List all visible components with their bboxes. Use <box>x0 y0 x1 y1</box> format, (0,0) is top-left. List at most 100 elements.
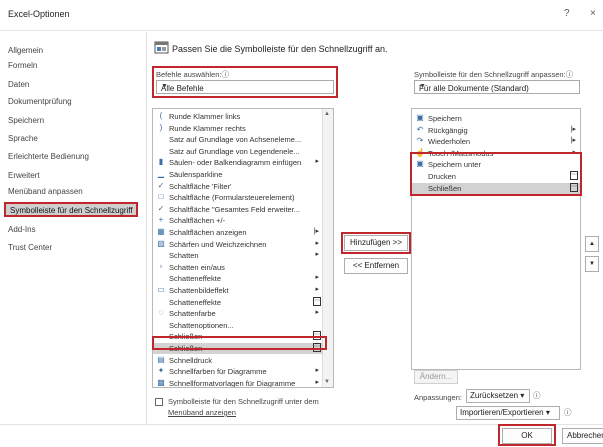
command-icon: ) <box>159 122 163 132</box>
modify-button[interactable]: Ändern... <box>414 370 458 384</box>
list-item-label: Schaltflächen +/- <box>169 216 226 226</box>
nav-item[interactable]: Erleichterte Bedienung <box>8 152 89 161</box>
help-button[interactable]: ? <box>564 8 570 19</box>
list-item-label: Säulensparkline <box>169 170 223 179</box>
command-icon: ✓ <box>157 180 165 190</box>
list-item[interactable]: ▮ Säulen- oder Balkendiagramm einfügen ▸ <box>153 157 323 168</box>
nav-item[interactable]: Allgemein <box>8 46 43 55</box>
nav-item-selected[interactable]: Symbolleiste für den Schnellzugriff <box>4 202 138 217</box>
list-item-label: Schnelldruck <box>169 355 212 365</box>
list-item[interactable]: + Schaltflächen +/- <box>153 215 323 226</box>
submenu-arrow-icon: ▸ <box>315 378 319 386</box>
nav-item[interactable]: Daten <box>8 80 29 89</box>
submenu-arrow-icon: ▸ <box>315 286 319 293</box>
nav-item[interactable]: Formeln <box>8 61 37 70</box>
command-icon: ↷ <box>416 136 424 146</box>
command-icon: ✦ <box>157 366 165 376</box>
import-export-button[interactable]: Importieren/Exportieren ▾ <box>456 406 560 420</box>
scroll-up-icon[interactable]: ▲ <box>324 111 330 117</box>
list-item-label: Runde Klammer rechts <box>169 123 246 133</box>
list-item-label: Schärfen und Weichzeichnen <box>169 239 267 249</box>
command-icon: ▩ <box>157 377 165 387</box>
added-commands-highlight <box>410 152 582 196</box>
show-below-ribbon-label-1: Symbolleiste für den Schnellzugriff unte… <box>168 397 319 406</box>
add-button[interactable]: Hinzufügen >> <box>344 235 408 251</box>
list-item-label: Schatteneffekte <box>169 274 221 284</box>
list-item[interactable]: Satz auf Grundlage von Achseneleme... <box>153 134 323 145</box>
command-icon: ✓ <box>157 203 165 213</box>
qat-list[interactable]: ▣ Speichern ↶ Rückgängig |▸ ↷ Wiederholen |▸ ☝ To… <box>411 108 581 370</box>
customizations-label: Anpassungen: <box>414 393 462 402</box>
scroll-down-icon[interactable]: ▼ <box>324 379 330 385</box>
nav-item[interactable]: Menüband anpassen <box>8 187 83 196</box>
list-item[interactable]: Schattenoptionen... <box>153 320 323 331</box>
list-item[interactable]: Schatteneffekte ▸ <box>153 273 323 284</box>
ok-button[interactable]: OK <box>502 428 552 444</box>
list-item[interactable]: ▭ Schattenbildeffekt ▸ <box>153 285 323 296</box>
show-below-ribbon-label-2: Menüband anzeigen <box>168 408 236 417</box>
submenu-arrow-icon: ▸ <box>315 158 319 166</box>
remove-button[interactable]: << Entfernen <box>344 258 408 274</box>
list-item[interactable]: ▫ Schatten ein/aus <box>153 262 323 273</box>
list-item[interactable]: □ Schaltfläche (Formularsteuerelement) <box>153 192 323 203</box>
list-item[interactable]: ↶ Rückgängig |▸ <box>412 125 580 136</box>
command-icon <box>156 134 166 144</box>
list-item[interactable]: ) Runde Klammer rechts <box>153 123 323 134</box>
command-icon: ◌ <box>158 308 164 318</box>
cancel-button[interactable]: Abbrechen <box>562 428 603 444</box>
submenu-arrow-icon: ▸ <box>315 367 319 375</box>
submenu-arrow-icon: |▸ <box>313 228 319 235</box>
list-item[interactable]: ▤ Schnelldruck <box>153 355 323 366</box>
list-item[interactable]: ▩ Schnellformatvorlagen für Diagramme ▸ <box>153 377 323 387</box>
list-item[interactable]: ▣ Speichern <box>412 113 580 124</box>
list-item-label: Schattenfarbe <box>169 309 216 319</box>
list-item-label: Satz auf Grundlage von Achseneleme... <box>169 135 302 145</box>
customize-qat-select[interactable]: Für alle Dokumente (Standard) ▼ <box>414 80 580 94</box>
command-icon: ▣ <box>416 113 424 122</box>
choose-commands-label: Befehle auswählen:ⓘ <box>156 70 229 79</box>
close-button[interactable]: × <box>590 8 596 19</box>
list-item[interactable]: (Runde Klammer links <box>153 111 323 122</box>
list-item-label: Schatten ein/aus <box>169 262 225 272</box>
command-icon: ▤ <box>157 354 165 364</box>
list-item[interactable]: ✦ Schnellfarben für Diagramme ▸ <box>153 366 323 377</box>
list-item[interactable]: Satz auf Grundlage von Legendenele... <box>153 146 323 157</box>
command-icon <box>156 297 166 307</box>
submenu-arrow-icon: ▸ <box>315 239 319 247</box>
list-item[interactable]: ▦ Schaltflächen anzeigen |▸ <box>153 227 323 238</box>
list-item-label: Schaltfläche (Formularsteuerelement) <box>169 193 295 203</box>
list-item[interactable]: ↷ Wiederholen |▸ <box>412 136 580 147</box>
nav-item[interactable]: Trust Center <box>8 243 52 252</box>
list-item-label: Rückgängig <box>428 125 468 135</box>
list-item[interactable]: ▁ Säulensparkline <box>153 169 323 180</box>
submenu-arrow-icon: ▸ <box>315 309 319 317</box>
submenu-arrow-icon: |▸ <box>570 125 576 133</box>
nav-item[interactable]: Speichern <box>8 116 44 125</box>
nav-item[interactable]: Dokumentprüfung <box>8 97 72 106</box>
nav-item[interactable]: Add-Ins <box>8 225 36 234</box>
list-item-label: Schaltflächen anzeigen <box>169 228 247 237</box>
customize-qat-label: Symbolleiste für den Schnellzugriff anpa… <box>414 70 574 79</box>
list-item[interactable]: ◌ Schattenfarbe ▸ <box>153 308 323 319</box>
import-export-info-icon: ⓘ <box>564 408 572 417</box>
command-icon <box>156 250 166 260</box>
submenu-arrow-icon: ▸ <box>315 274 319 282</box>
list-item[interactable]: Schatten ▸ <box>153 250 323 261</box>
list-item-label: Runde Klammer links <box>169 112 241 121</box>
reset-info-icon: ⓘ <box>533 391 541 400</box>
list-item[interactable]: ✓ Schaltfläche 'Filter' <box>153 181 323 192</box>
nav-item[interactable]: Sprache <box>8 134 38 143</box>
nav-item[interactable]: Erweitert <box>8 171 40 180</box>
command-icon: ▮ <box>158 157 164 167</box>
move-up-button[interactable]: ▲ <box>585 236 599 252</box>
nav-item-label: Symbolleiste für den Schnellzugriff <box>10 206 133 215</box>
list-item[interactable]: ▨ Schärfen und Weichzeichnen ▸ <box>153 239 323 250</box>
list-item[interactable]: Schatteneffekte ⋯ <box>153 296 323 308</box>
quick-access-toolbar-icon <box>154 41 169 54</box>
reset-button[interactable]: Zurücksetzen ▾ <box>466 389 530 403</box>
submenu-arrow-icon: ▸ <box>315 251 319 259</box>
choose-commands-select[interactable]: Alle Befehle ▼ <box>156 80 334 94</box>
show-below-ribbon-checkbox[interactable] <box>155 398 163 406</box>
list-item[interactable]: ✓ Schaltfläche "Gesamtes Feld erweiter... <box>153 204 323 215</box>
move-down-button[interactable]: ▼ <box>585 256 599 272</box>
